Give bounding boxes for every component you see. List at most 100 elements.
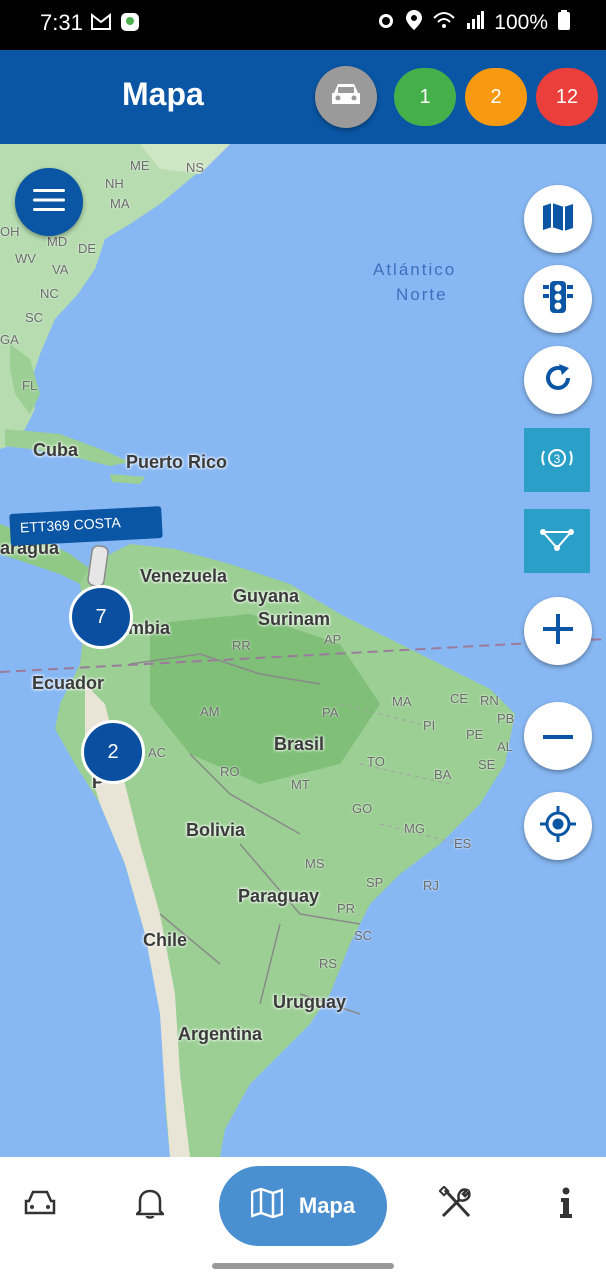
state-label: MD — [47, 234, 68, 249]
wifi-icon — [432, 10, 456, 36]
state-label: TO — [367, 754, 385, 769]
vehicles-filter-button[interactable] — [315, 66, 377, 128]
state-label: MG — [404, 821, 425, 836]
status-bar: 7:31 100% — [0, 0, 606, 50]
state-label: RR — [232, 638, 251, 653]
state-label: WV — [15, 251, 36, 266]
minus-icon — [543, 727, 573, 745]
state-label: NC — [40, 286, 59, 301]
state-label: VA — [52, 262, 69, 277]
state-label: SP — [366, 875, 384, 890]
status-badge-orange[interactable]: 2 — [465, 68, 527, 126]
nav-info[interactable] — [542, 1181, 590, 1229]
status-badge-red[interactable]: 12 — [536, 68, 598, 126]
alarm-icon — [376, 10, 396, 36]
state-label: CE — [450, 691, 469, 706]
tools-icon — [438, 1184, 473, 1225]
svg-text:3: 3 — [554, 452, 561, 466]
country-label: Chile — [143, 930, 188, 950]
vehicle-cluster[interactable]: 2 — [81, 720, 145, 784]
status-badge-green[interactable]: 1 — [394, 68, 456, 126]
state-label: OH — [0, 224, 20, 239]
refresh-icon — [543, 363, 573, 398]
nav-map-label: Mapa — [298, 1193, 356, 1218]
state-label: MS — [305, 856, 325, 871]
car-icon — [23, 1189, 57, 1222]
state-label: ES — [454, 836, 472, 851]
traffic-light-icon — [543, 280, 573, 318]
state-label: GO — [352, 801, 373, 816]
state-label: SC — [25, 310, 44, 325]
country-label: Argentina — [178, 1024, 263, 1044]
battery-icon — [558, 10, 570, 36]
bell-icon — [133, 1187, 167, 1224]
state-label: AC — [148, 745, 167, 760]
location-icon — [406, 10, 423, 36]
state-label: MT — [291, 777, 310, 792]
refresh-button[interactable] — [524, 346, 592, 414]
cluster-toggle-button[interactable]: 3 — [524, 428, 590, 492]
state-label: NH — [105, 176, 124, 191]
vehicle-cluster[interactable]: 7 — [69, 585, 133, 649]
home-indicator[interactable] — [212, 1263, 394, 1269]
state-label: SC — [354, 928, 373, 943]
nav-map[interactable]: Mapa — [219, 1166, 387, 1246]
cluster-count-icon: 3 — [538, 443, 576, 478]
page-title: Mapa — [122, 76, 204, 112]
map-icon — [542, 202, 574, 237]
signal-icon — [466, 11, 485, 35]
state-label: AP — [324, 632, 342, 647]
crosshair-icon — [540, 805, 576, 847]
battery-level: 100% — [494, 11, 548, 34]
car-icon — [329, 82, 363, 113]
my-location-button[interactable] — [524, 792, 592, 860]
state-label: PA — [322, 705, 339, 720]
bottom-navigation: Mapa — [0, 1157, 606, 1255]
app-notification-icon — [120, 12, 140, 37]
country-label: Venezuela — [140, 566, 228, 586]
ocean-label: Atlántico — [373, 260, 457, 279]
state-label: AM — [200, 704, 220, 719]
state-label: RS — [319, 956, 338, 971]
state-label: PI — [423, 718, 436, 733]
country-label: Surinam — [258, 609, 331, 629]
state-label: PR — [337, 901, 356, 916]
state-label: RO — [220, 764, 240, 779]
country-label: mbia — [128, 618, 171, 638]
map-type-button[interactable] — [524, 185, 592, 253]
state-label: SE — [478, 757, 496, 772]
zoom-in-button[interactable] — [524, 597, 592, 665]
route-draw-button[interactable] — [524, 509, 590, 573]
ocean-label-line2: Norte — [396, 285, 448, 304]
app-bar: Mapa 1 2 12 — [0, 50, 606, 144]
nav-vehicles[interactable] — [16, 1181, 64, 1229]
polygon-icon — [540, 527, 574, 556]
zoom-out-button[interactable] — [524, 702, 592, 770]
state-label: ME — [130, 158, 150, 173]
traffic-button[interactable] — [524, 265, 592, 333]
country-label: Puerto Rico — [126, 452, 228, 472]
mail-icon — [90, 12, 112, 36]
nav-tools[interactable] — [432, 1181, 480, 1229]
country-label: Cuba — [33, 440, 78, 460]
country-label: Ecuador — [32, 673, 105, 693]
state-label: PE — [466, 727, 484, 742]
map-icon — [250, 1187, 284, 1224]
state-label: BA — [434, 767, 452, 782]
country-label: Brasil — [274, 734, 325, 754]
nav-alerts[interactable] — [126, 1181, 174, 1229]
state-label: DE — [78, 241, 97, 256]
country-label: Paraguay — [238, 886, 320, 906]
state-label: MA — [392, 694, 412, 709]
country-label: Bolivia — [186, 820, 246, 840]
state-label: GA — [0, 332, 19, 347]
menu-button[interactable] — [15, 168, 83, 236]
hamburger-icon — [33, 188, 65, 217]
state-label: RN — [480, 693, 499, 708]
country-label: Guyana — [233, 586, 300, 606]
country-label: Uruguay — [273, 992, 347, 1012]
state-label: MA — [110, 196, 130, 211]
state-label: AL — [497, 739, 513, 754]
state-label: PB — [497, 711, 515, 726]
map-view[interactable]: Atlántico Norte Cuba Puerto Rico Venezue… — [0, 144, 606, 1157]
